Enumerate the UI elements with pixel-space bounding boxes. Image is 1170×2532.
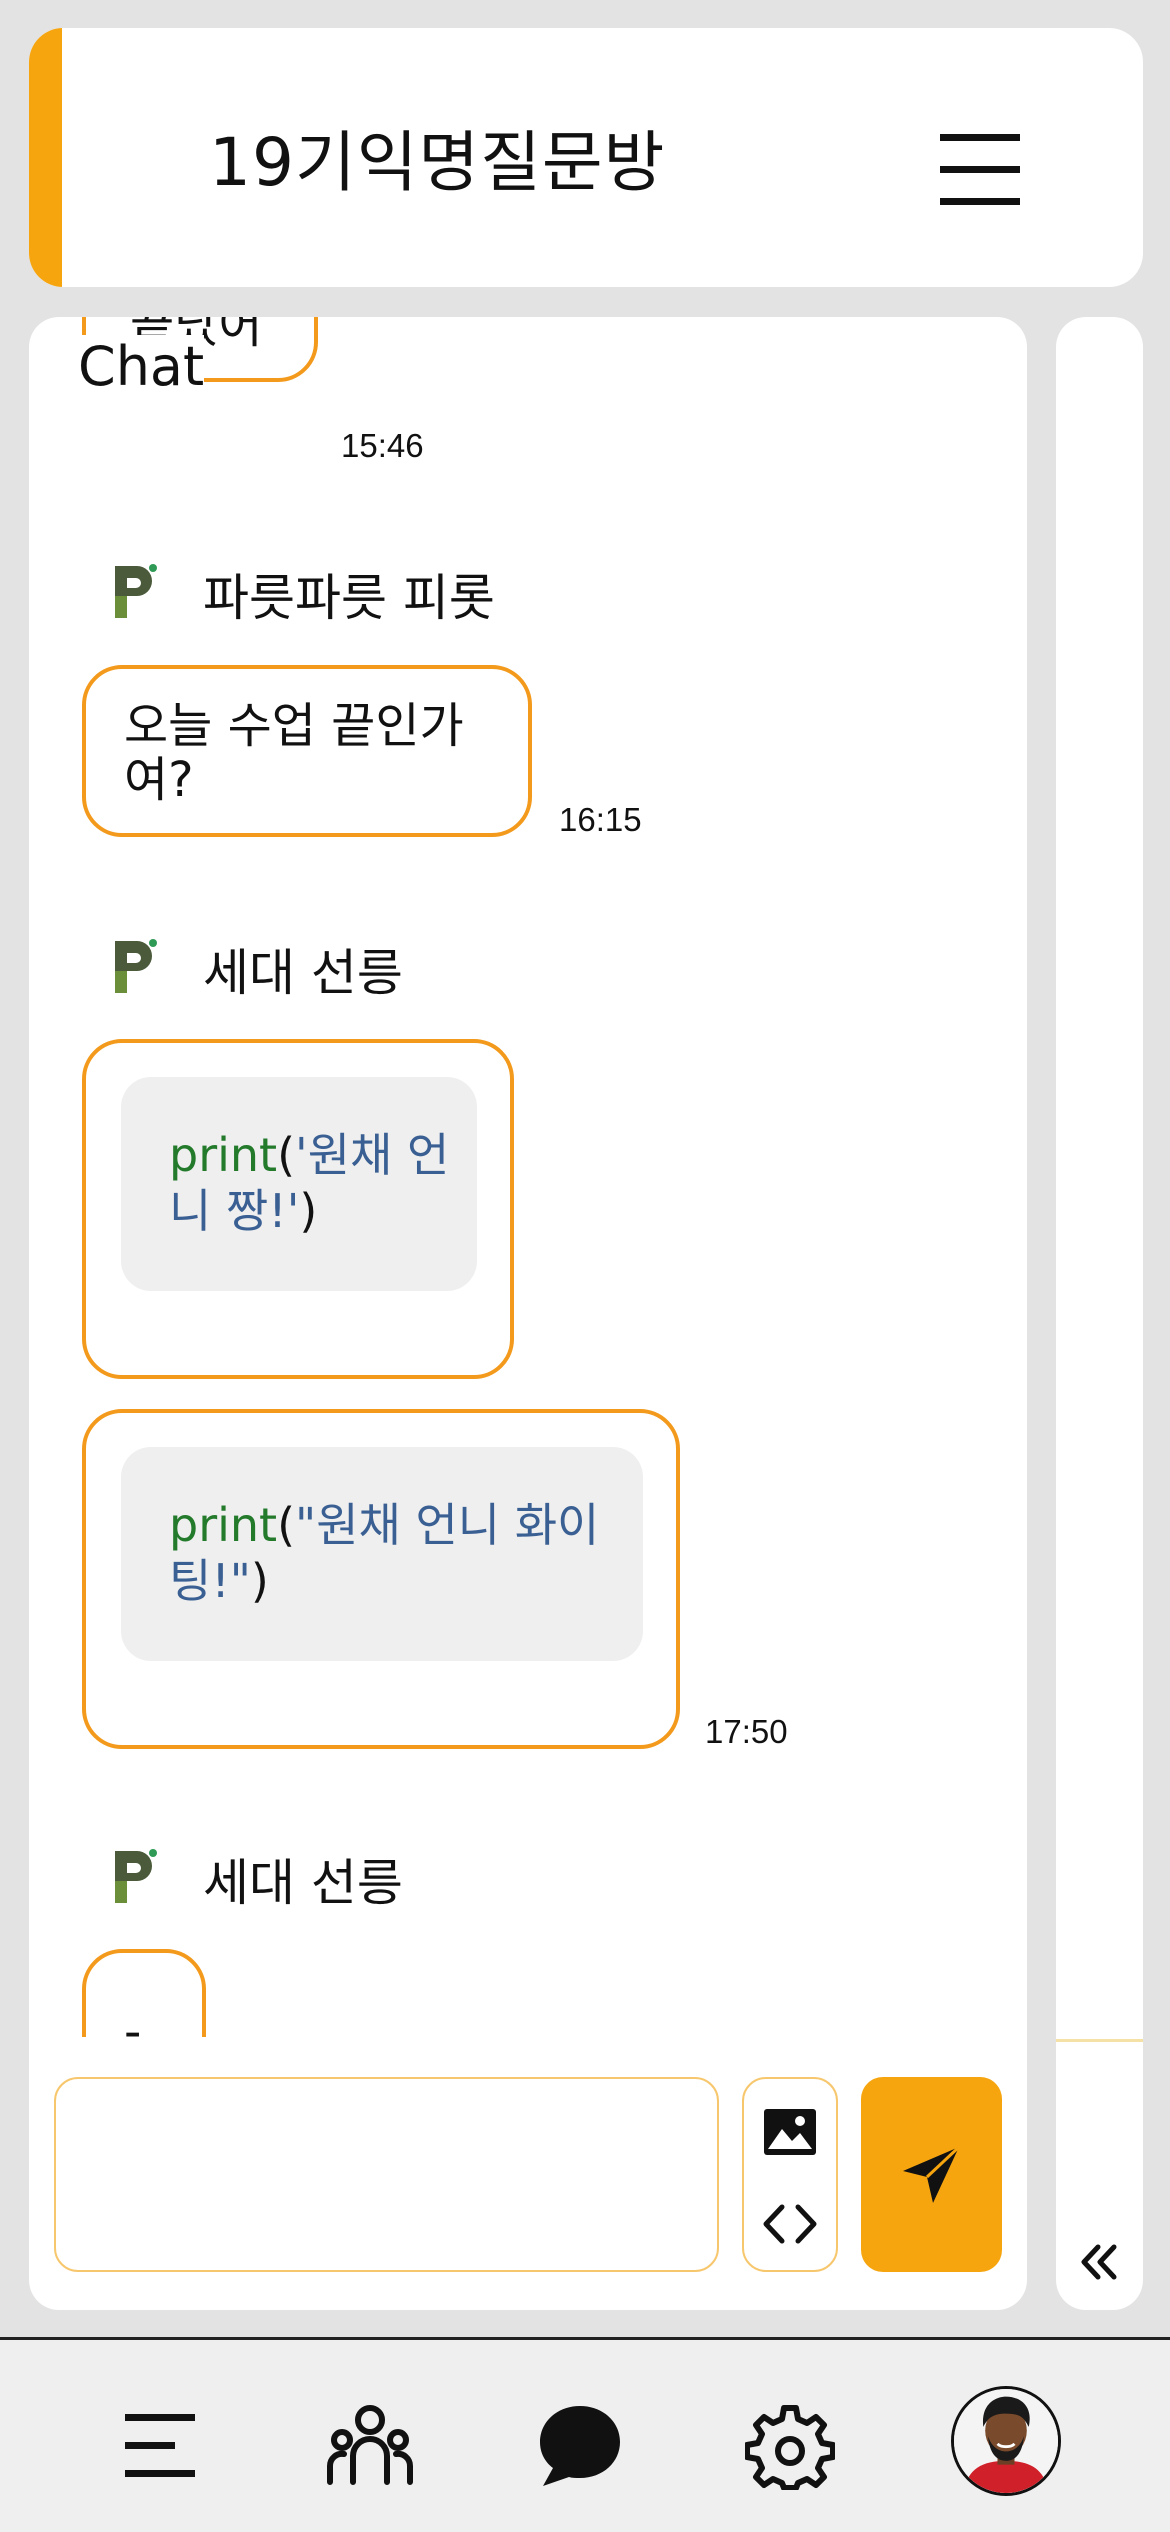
- code-keyword: print: [169, 1128, 278, 1182]
- user-logo-icon: [115, 1849, 157, 1903]
- attachment-toolbar: [742, 2077, 838, 2272]
- message-bubble: -: [82, 1949, 206, 2037]
- user-logo-icon: [115, 939, 157, 993]
- bottom-navigation: [0, 2337, 1170, 2532]
- code-message-bubble: print("원채 언니 화이팅!"): [82, 1409, 680, 1749]
- sender-name: 세대 선릉: [203, 1854, 403, 1912]
- code-paren-close: ): [299, 1184, 318, 1238]
- send-icon: [903, 2145, 961, 2203]
- code-message-bubble: print('원채 언니 짱!'): [82, 1039, 514, 1379]
- message-text: 오늘 수업 끝인가여?: [124, 698, 464, 808]
- chat-section-label: Chat: [78, 335, 205, 398]
- users-icon[interactable]: [325, 2400, 415, 2490]
- message-time: 17:50: [705, 1713, 788, 1750]
- avatar-portrait: [954, 2389, 1058, 2493]
- image-icon[interactable]: [762, 2107, 818, 2157]
- chat-panel: 끝났어요? 15:46 파릇파릇 피롯 오늘 수업 끝인가여? 16:15: [29, 317, 1027, 2310]
- message-input[interactable]: [54, 2077, 719, 2272]
- message-list[interactable]: 끝났어요? 15:46 파릇파릇 피롯 오늘 수업 끝인가여? 16:15: [29, 317, 1027, 2037]
- user-logo-icon: [115, 564, 157, 618]
- message-time: 16:15: [559, 801, 642, 838]
- code-paren-close: ): [250, 1554, 269, 1608]
- code-text: print("원채 언니 화이팅!"): [169, 1497, 629, 1609]
- header-accent-bar: [29, 28, 62, 287]
- side-panel-divider: [1056, 2039, 1143, 2042]
- code-keyword: print: [169, 1498, 278, 1552]
- message-text: -: [124, 2004, 142, 2037]
- settings-icon[interactable]: [745, 2400, 835, 2490]
- sender-name: 세대 선릉: [203, 944, 403, 1002]
- chat-icon[interactable]: [535, 2400, 625, 2490]
- code-icon[interactable]: [758, 2199, 822, 2249]
- code-paren-open: (: [277, 1128, 296, 1182]
- menu-icon[interactable]: [117, 2400, 207, 2490]
- message-time: 15:46: [341, 427, 424, 464]
- code-paren-open: (: [277, 1498, 296, 1552]
- room-title: 19기익명질문방: [209, 124, 666, 201]
- hamburger-icon[interactable]: [935, 126, 1025, 216]
- send-button[interactable]: [861, 2077, 1002, 2272]
- message-bubble: 오늘 수업 끝인가여?: [82, 665, 532, 837]
- sender-name: 파릇파릇 피롯: [203, 569, 495, 627]
- code-block: print('원채 언니 짱!'): [121, 1077, 477, 1291]
- header-card: 19기익명질문방: [29, 28, 1143, 287]
- profile-avatar[interactable]: [951, 2386, 1061, 2496]
- code-block: print("원채 언니 화이팅!"): [121, 1447, 643, 1661]
- code-text: print('원채 언니 짱!'): [169, 1127, 459, 1239]
- double-chevron-left-icon[interactable]: [1074, 2237, 1124, 2287]
- side-panel: [1056, 317, 1143, 2310]
